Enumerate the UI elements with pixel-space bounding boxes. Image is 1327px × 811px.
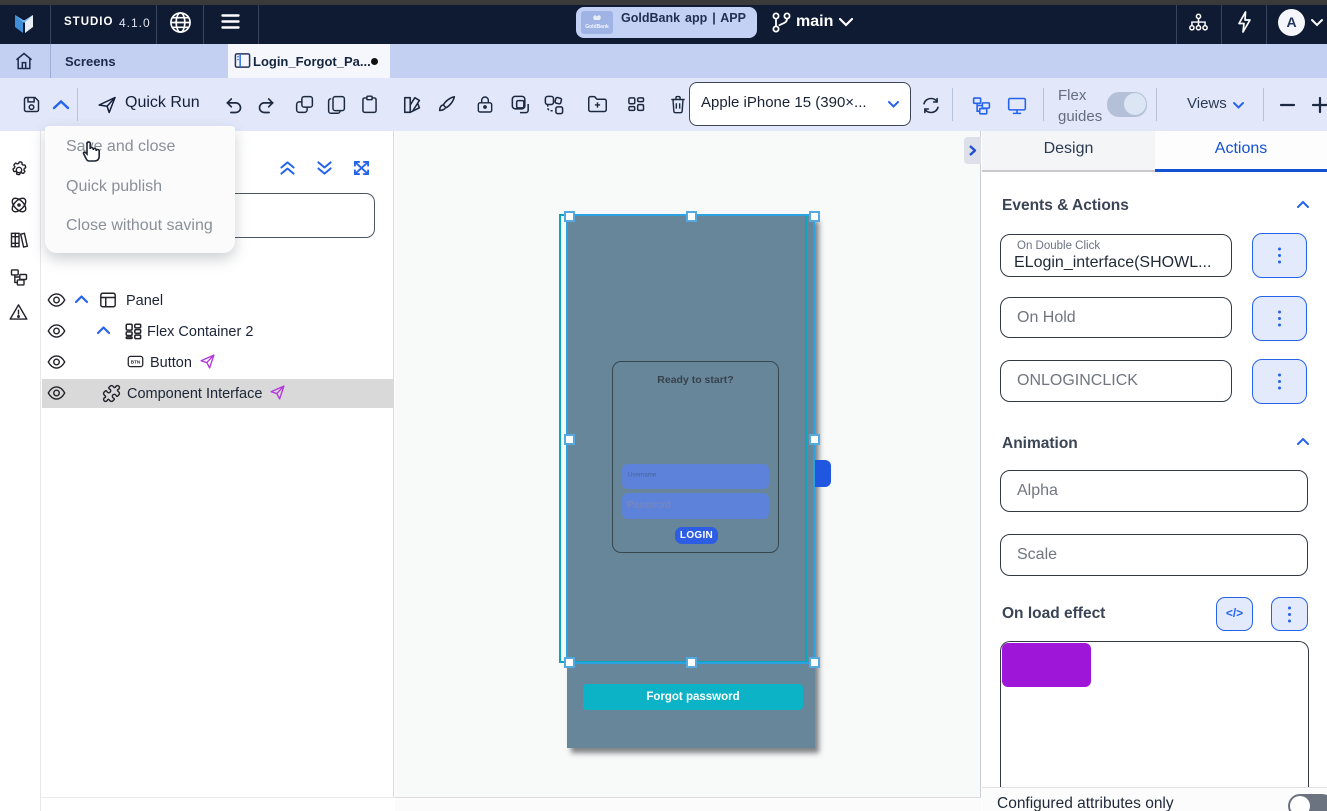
svg-text:BTN: BTN [131,360,140,365]
svg-text:GoldBank: GoldBank [585,24,609,30]
